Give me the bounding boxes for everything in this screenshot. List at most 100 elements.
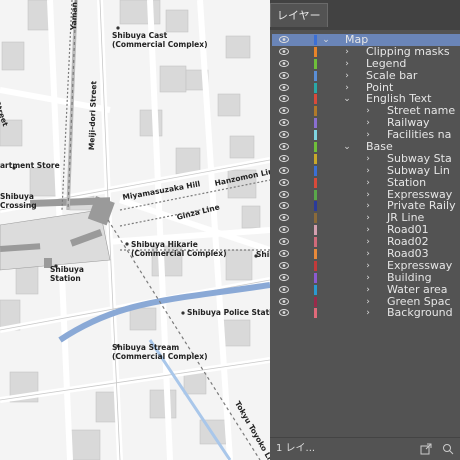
chevron-right-icon[interactable]: › [342, 58, 352, 70]
lock-slot[interactable] [301, 34, 306, 46]
chevron-right-icon[interactable]: › [363, 236, 373, 248]
lock-slot[interactable] [301, 82, 306, 94]
lock-slot[interactable] [301, 248, 306, 260]
lock-slot[interactable] [301, 236, 306, 248]
lock-slot[interactable] [301, 141, 306, 153]
layer-row[interactable]: › Subway Sta [272, 152, 460, 165]
chevron-right-icon[interactable]: › [363, 248, 373, 260]
layer-color-swatch [314, 153, 317, 164]
eye-icon[interactable] [279, 309, 289, 317]
lock-slot[interactable] [301, 296, 306, 308]
eye-icon[interactable] [279, 190, 289, 198]
eye-icon[interactable] [279, 226, 289, 234]
layer-row[interactable]: › Background [272, 307, 460, 319]
layer-color-swatch [314, 260, 317, 271]
chevron-right-icon[interactable]: › [342, 70, 352, 82]
eye-icon[interactable] [279, 47, 289, 55]
chevron-right-icon[interactable]: › [363, 272, 373, 284]
eye-icon[interactable] [279, 214, 289, 222]
eye-icon[interactable] [279, 107, 289, 115]
eye-icon[interactable] [279, 202, 289, 210]
chevron-right-icon[interactable]: › [363, 105, 373, 117]
layer-color-swatch [314, 308, 317, 319]
lock-slot[interactable] [301, 46, 306, 58]
layer-row[interactable]: › Station [272, 176, 460, 189]
eye-icon[interactable] [279, 131, 289, 139]
export-icon[interactable] [420, 443, 432, 455]
lock-slot[interactable] [301, 200, 306, 212]
layer-row[interactable]: › Scale bar [272, 69, 460, 82]
layer-row[interactable]: › Private Raily [272, 200, 460, 212]
eye-icon[interactable] [279, 238, 289, 246]
lock-slot[interactable] [301, 105, 306, 117]
layer-row[interactable]: › Water area [272, 283, 460, 296]
search-icon[interactable] [442, 443, 454, 455]
lock-slot[interactable] [301, 70, 306, 82]
layer-row[interactable]: › Legend [272, 57, 460, 70]
eye-icon[interactable] [279, 178, 289, 186]
eye-icon[interactable] [279, 59, 289, 67]
eye-icon[interactable] [279, 273, 289, 281]
chevron-right-icon[interactable]: › [363, 212, 373, 224]
eye-icon[interactable] [279, 143, 289, 151]
chevron-right-icon[interactable]: › [363, 177, 373, 189]
lock-slot[interactable] [301, 212, 306, 224]
eye-icon[interactable] [279, 285, 289, 293]
layer-row[interactable]: › Expressway [272, 259, 460, 272]
lock-slot[interactable] [301, 224, 306, 236]
eye-icon[interactable] [279, 95, 289, 103]
chevron-down-icon[interactable]: ⌄ [342, 93, 352, 105]
chevron-down-icon[interactable]: ⌄ [342, 141, 352, 153]
eye-icon[interactable] [279, 154, 289, 162]
chevron-down-icon[interactable]: ⌄ [321, 34, 331, 46]
layer-color-swatch [314, 118, 317, 129]
eye-icon[interactable] [279, 261, 289, 269]
chevron-right-icon[interactable]: › [363, 224, 373, 236]
chevron-right-icon[interactable]: › [363, 200, 373, 212]
lock-slot[interactable] [301, 177, 306, 189]
chevron-right-icon[interactable]: › [363, 165, 373, 177]
layer-color-swatch [314, 213, 317, 224]
layer-row[interactable]: › Road01 [272, 224, 460, 236]
chevron-right-icon[interactable]: › [363, 296, 373, 308]
lock-slot[interactable] [301, 129, 306, 141]
lock-slot[interactable] [301, 58, 306, 70]
lock-slot[interactable] [301, 260, 306, 272]
chevron-right-icon[interactable]: › [363, 307, 373, 319]
tab-layers[interactable]: レイヤー [270, 3, 328, 27]
eye-icon[interactable] [279, 166, 289, 174]
chevron-right-icon[interactable]: › [342, 46, 352, 58]
lock-slot[interactable] [301, 117, 306, 129]
lock-slot[interactable] [301, 189, 306, 201]
eye-icon[interactable] [279, 36, 289, 43]
layer-row[interactable]: › Clipping masks [272, 45, 460, 58]
chevron-right-icon[interactable]: › [363, 189, 373, 201]
layer-row[interactable]: › Building [272, 270, 460, 284]
layer-label: Building [387, 270, 432, 284]
lock-slot[interactable] [301, 284, 306, 296]
layer-row[interactable]: › Street name [272, 105, 460, 117]
chevron-right-icon[interactable]: › [363, 260, 373, 272]
layer-row[interactable]: › Road02 [272, 236, 460, 248]
layer-color-swatch [314, 106, 317, 117]
lock-slot[interactable] [301, 272, 306, 284]
eye-icon[interactable] [279, 297, 289, 305]
lock-slot[interactable] [301, 93, 306, 105]
lock-slot[interactable] [301, 307, 306, 319]
eye-icon[interactable] [279, 250, 289, 258]
layer-row[interactable]: › Subway Lin [272, 164, 460, 177]
label-shibuya-cast: Shibuya Cast [112, 31, 168, 40]
layer-label: Background [387, 306, 453, 320]
eye-icon[interactable] [279, 71, 289, 79]
chevron-right-icon[interactable]: › [342, 82, 352, 94]
lock-slot[interactable] [301, 165, 306, 177]
chevron-right-icon[interactable]: › [363, 284, 373, 296]
map-canvas[interactable]: Shibuya Cast (Commercial Complex) Yaman … [0, 0, 270, 460]
chevron-right-icon[interactable]: › [363, 153, 373, 165]
lock-slot[interactable] [301, 153, 306, 165]
layer-color-swatch [314, 284, 317, 295]
eye-icon[interactable] [279, 83, 289, 91]
chevron-right-icon[interactable]: › [363, 117, 373, 129]
layer-row[interactable]: › JR Line [272, 212, 460, 224]
eye-icon[interactable] [279, 119, 289, 127]
